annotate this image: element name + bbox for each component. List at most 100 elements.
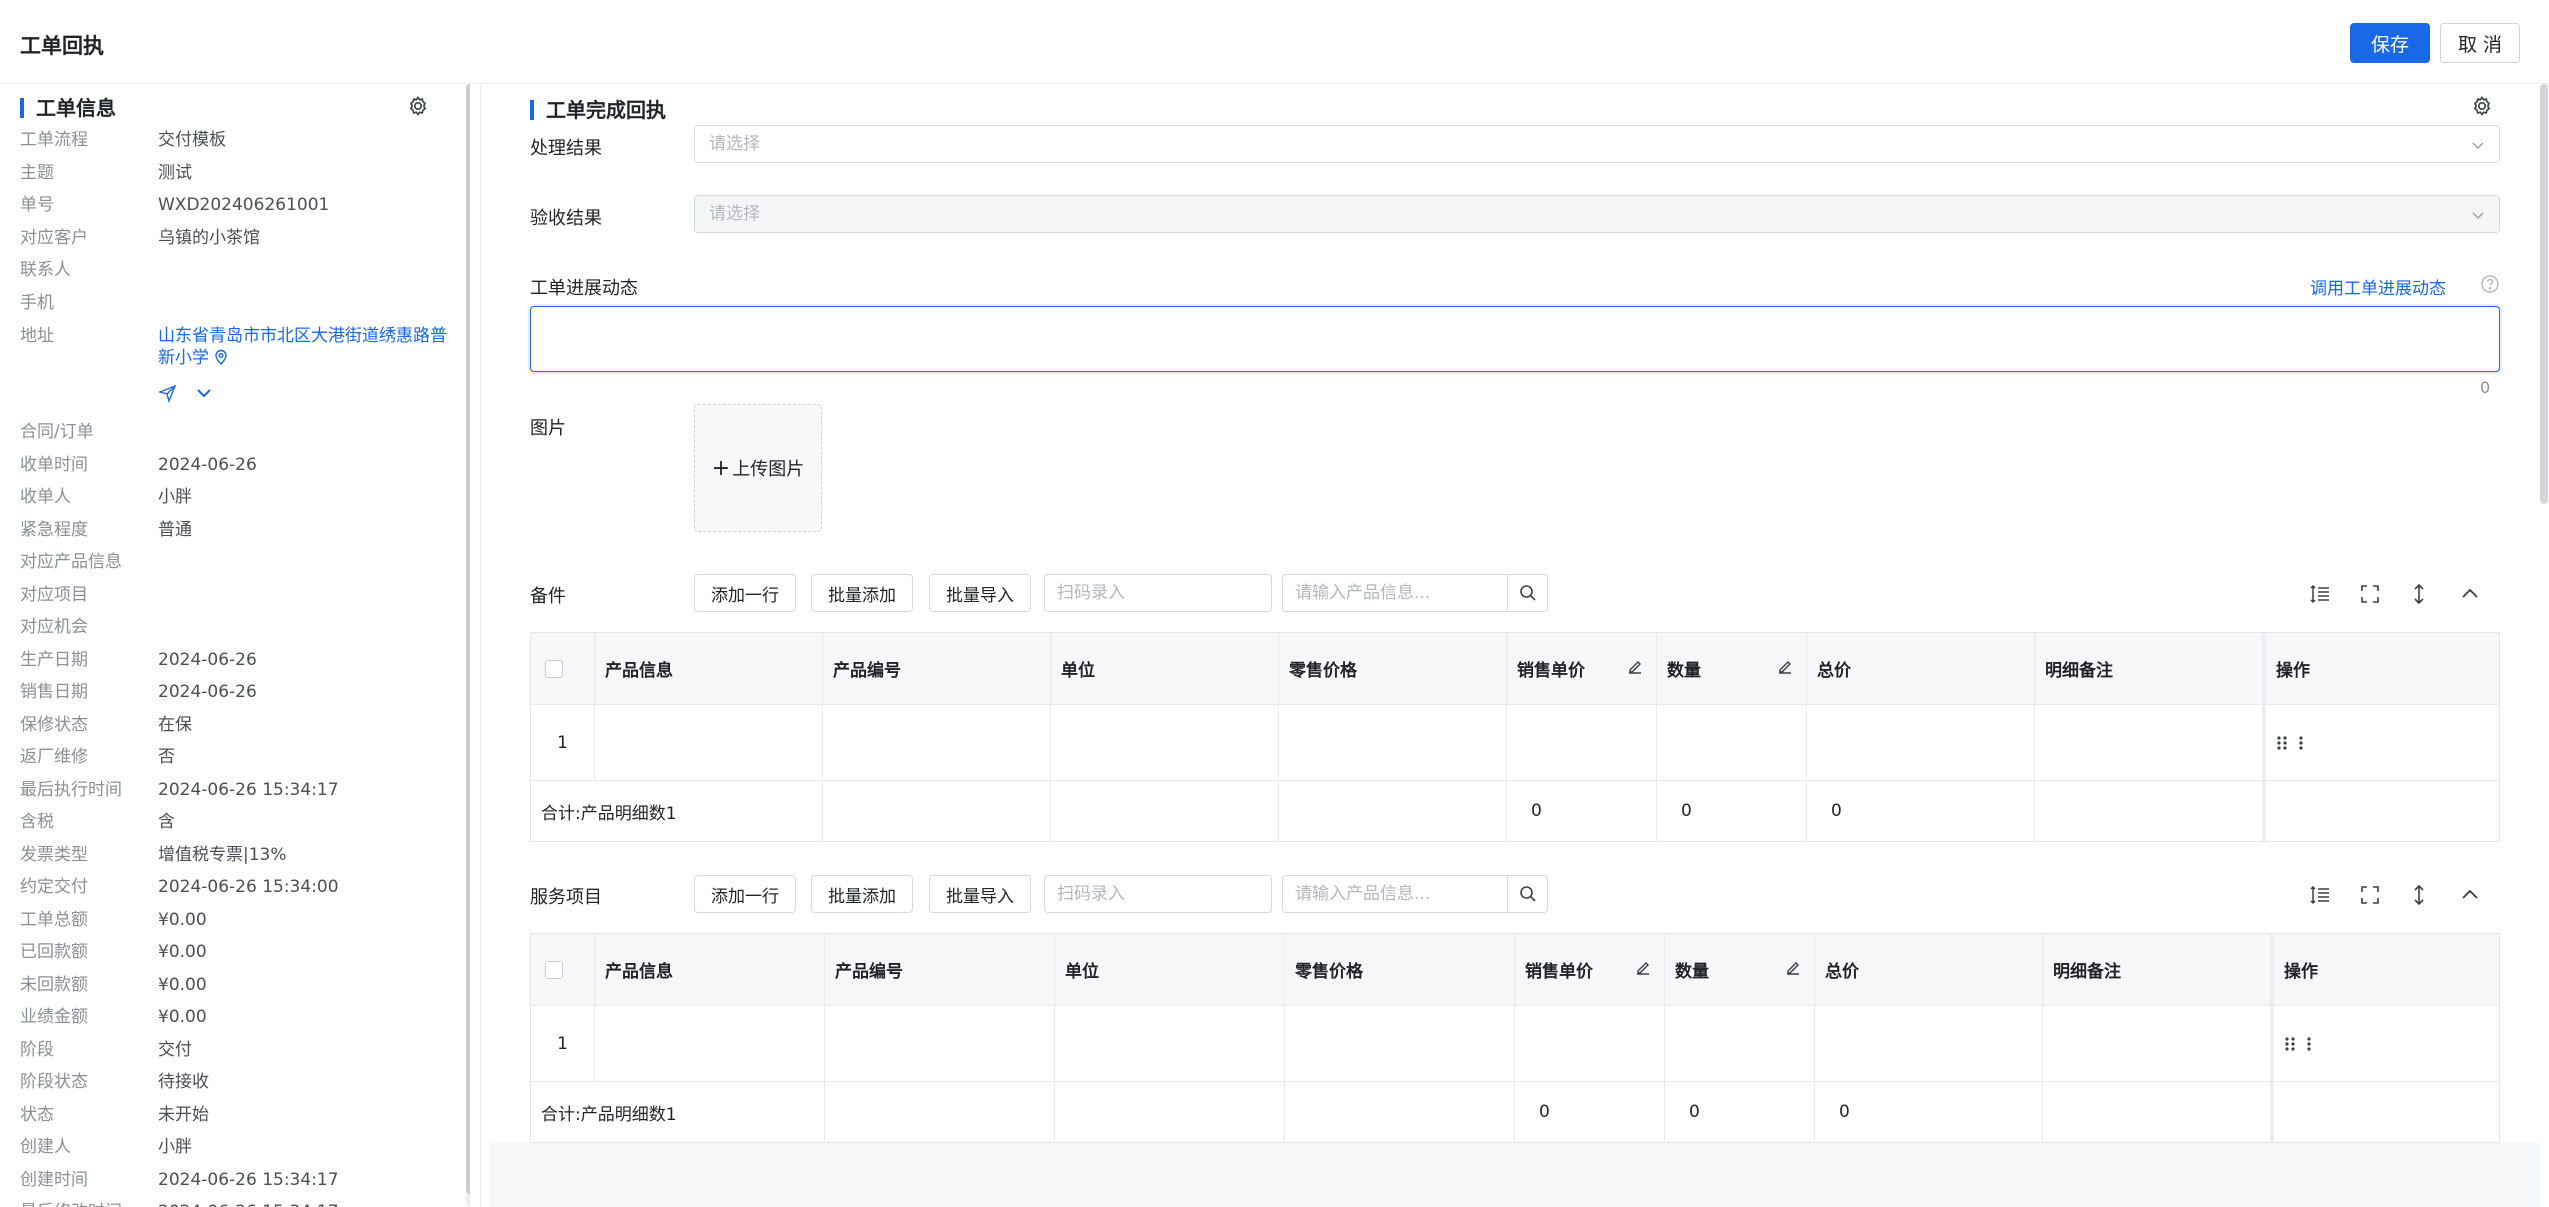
info-row: 业绩金额 ¥0.00 — [20, 1007, 207, 1027]
table-footer: 合计:产品明细数1 0 0 0 — [531, 781, 2499, 841]
cell-quantity[interactable] — [1657, 705, 1807, 780]
sidebar-scrollbar[interactable] — [466, 84, 470, 1207]
cell-remark[interactable] — [2035, 705, 2263, 780]
row-height-icon[interactable] — [2308, 582, 2332, 606]
result-select[interactable]: 请选择 — [694, 125, 2500, 163]
char-count: 0 — [2480, 378, 2491, 397]
cell-actions — [2271, 1006, 2499, 1081]
drag-handle-icon[interactable] — [2284, 1036, 2296, 1052]
info-row: 已回款额 ¥0.00 — [20, 942, 207, 962]
edit-icon[interactable] — [1626, 658, 1644, 676]
more-icon[interactable] — [2298, 735, 2304, 751]
cell-remark[interactable] — [2043, 1006, 2271, 1081]
cell-actions — [2263, 705, 2499, 780]
product-search-input[interactable]: 请输入产品信息... — [1282, 875, 1508, 913]
cell-sale-price[interactable] — [1507, 705, 1657, 780]
cell-product-info[interactable] — [595, 705, 823, 780]
col-header: 销售单价 — [1507, 633, 1657, 704]
product-search-input[interactable]: 请输入产品信息... — [1282, 574, 1508, 612]
drag-handle-icon[interactable] — [2276, 735, 2288, 751]
save-button[interactable]: 保存 — [2350, 23, 2430, 63]
col-header: 产品信息 — [595, 633, 823, 704]
gear-icon[interactable] — [406, 94, 430, 118]
send-icon[interactable] — [158, 383, 178, 403]
expand-vertical-icon[interactable] — [2407, 883, 2431, 907]
address-text[interactable]: 山东省青岛市市北区大港街道绣惠路普新小学 — [158, 326, 447, 368]
call-progress-link[interactable]: 调用工单进展动态 — [2310, 274, 2446, 299]
info-row: 保修状态 在保 — [20, 714, 192, 735]
cell-unit — [1055, 1006, 1285, 1081]
cell-quantity[interactable] — [1665, 1006, 1815, 1081]
accept-select[interactable]: 请选择 — [694, 195, 2500, 233]
parts-table: 产品信息 产品编号 单位 零售价格 销售单价 数量 总价 明细备注 操作 1 合… — [530, 632, 2500, 842]
chevron-up-icon[interactable] — [2458, 883, 2482, 907]
info-row: 对应机会 — [20, 617, 88, 637]
search-button[interactable] — [1508, 574, 1548, 612]
section-title: 工单完成回执 — [530, 96, 666, 124]
gear-icon[interactable] — [2470, 94, 2494, 118]
info-row: 状态 未开始 — [20, 1104, 209, 1125]
scan-input[interactable]: 扫码录入 — [1044, 875, 1272, 913]
fullscreen-icon[interactable] — [2358, 582, 2382, 606]
batch-import-button[interactable]: 批量导入 — [929, 574, 1031, 612]
scan-input[interactable]: 扫码录入 — [1044, 574, 1272, 612]
info-row: 创建人 小胖 — [20, 1137, 192, 1157]
cancel-button[interactable]: 取 消 — [2440, 23, 2520, 63]
add-row-button[interactable]: 添加一行 — [694, 574, 796, 612]
cell-total — [1815, 1006, 2043, 1081]
col-header: 数量 — [1657, 633, 1807, 704]
col-header: 明细备注 — [2043, 934, 2271, 1005]
select-all-checkbox[interactable] — [545, 960, 563, 979]
parts-label: 备件 — [530, 586, 566, 607]
question-circle-icon[interactable] — [2480, 274, 2500, 294]
cell-product-info[interactable] — [595, 1006, 825, 1081]
row-index: 1 — [531, 705, 595, 780]
col-header: 数量 — [1665, 934, 1815, 1005]
info-row: 合同/订单 — [20, 422, 94, 442]
upload-image-button[interactable]: + 上传图片 — [694, 404, 822, 532]
search-icon — [1519, 585, 1536, 601]
footer-sum-total: 0 — [1807, 781, 2035, 841]
info-row: 对应产品信息 — [20, 552, 122, 572]
cell-retail-price — [1279, 705, 1507, 780]
search-button[interactable] — [1508, 875, 1548, 913]
fullscreen-icon[interactable] — [2358, 883, 2382, 907]
info-row: 工单流程 交付模板 — [20, 130, 226, 150]
address-link[interactable]: 山东省青岛市市北区大港街道绣惠路普新小学 — [158, 325, 448, 369]
row-height-icon[interactable] — [2308, 883, 2332, 907]
sidebar-scrollbar-thumb[interactable] — [466, 84, 470, 1194]
info-row: 主题 测试 — [20, 162, 192, 183]
footer-summary: 合计:产品明细数1 — [531, 1082, 825, 1142]
cell-sale-price[interactable] — [1515, 1006, 1665, 1081]
expand-vertical-icon[interactable] — [2407, 582, 2431, 606]
info-list: 工单流程 交付模板 主题 测试 单号 WXD202406261001 对应客户 乌镇的小… — [20, 124, 460, 1207]
sidebar-title: 工单信息 — [20, 94, 116, 122]
chevron-up-icon[interactable] — [2458, 582, 2482, 606]
edit-icon[interactable] — [1634, 959, 1652, 977]
main-scrollbar[interactable] — [2540, 84, 2548, 1207]
col-header: 产品信息 — [595, 934, 825, 1005]
chevron-down-icon[interactable] — [194, 383, 214, 403]
info-row: 返厂维修否 — [20, 747, 175, 767]
info-row: 最后执行时间 2024-06-26 15:34:17 — [20, 779, 339, 800]
more-icon[interactable] — [2306, 1036, 2312, 1052]
bottom-area — [490, 1143, 2540, 1207]
col-header: 产品编号 — [825, 934, 1055, 1005]
col-header: 单位 — [1051, 633, 1279, 704]
batch-add-button[interactable]: 批量添加 — [811, 875, 913, 913]
info-row: 对应客户 乌镇的小茶馆 — [20, 227, 260, 248]
edit-icon[interactable] — [1776, 658, 1794, 676]
progress-textarea[interactable] — [530, 306, 2500, 372]
batch-import-button[interactable]: 批量导入 — [929, 875, 1031, 913]
footer-sum-qty: 0 — [1657, 781, 1807, 841]
panel-divider — [480, 84, 481, 1207]
image-label: 图片 — [530, 418, 566, 439]
batch-add-button[interactable]: 批量添加 — [811, 574, 913, 612]
col-header: 零售价格 — [1279, 633, 1507, 704]
select-all-checkbox[interactable] — [545, 659, 563, 678]
footer-sum-price: 0 — [1515, 1082, 1665, 1142]
edit-icon[interactable] — [1784, 959, 1802, 977]
info-row: 最后修改时间2024-06-26 15:34:17 — [20, 1196, 460, 1207]
add-row-button[interactable]: 添加一行 — [694, 875, 796, 913]
main-scrollbar-thumb[interactable] — [2540, 84, 2548, 504]
